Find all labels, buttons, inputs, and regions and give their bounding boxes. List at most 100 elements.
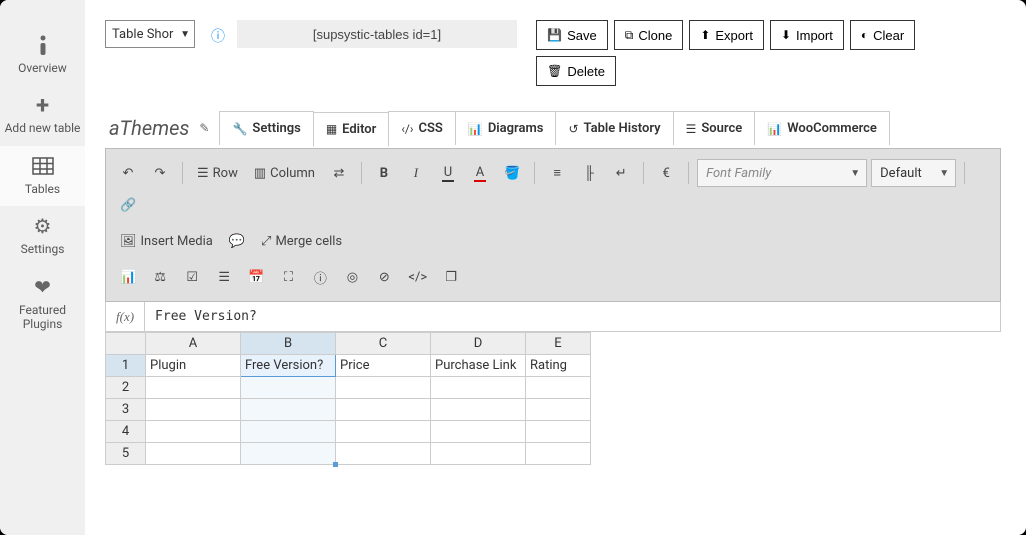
list-icon: ☰: [197, 166, 209, 181]
tab-woocommerce[interactable]: 📊WooCommerce: [754, 111, 890, 145]
cell-e4[interactable]: [526, 421, 591, 443]
clone-button[interactable]: ⧉Clone: [614, 20, 684, 50]
sidebar-item-add-new-table[interactable]: + Add new table: [0, 85, 85, 145]
cell-c3[interactable]: [336, 399, 431, 421]
cell-b2[interactable]: [241, 377, 336, 399]
col-header-a[interactable]: A: [146, 333, 241, 355]
delete-button[interactable]: 🗑Delete: [536, 56, 616, 86]
swap-icon[interactable]: ⇄: [325, 159, 353, 187]
cell-e2[interactable]: [526, 377, 591, 399]
info-box-icon[interactable]: ⓘ: [306, 263, 334, 291]
cell-a2[interactable]: [146, 377, 241, 399]
cell-a4[interactable]: [146, 421, 241, 443]
shortcode-input[interactable]: [237, 20, 517, 48]
column-button[interactable]: ▥Column: [248, 159, 321, 187]
balance-icon[interactable]: ⚖: [146, 263, 174, 291]
sidebar-item-settings[interactable]: ⚙ Settings: [0, 206, 85, 266]
cell-d4[interactable]: [431, 421, 526, 443]
col-header-b[interactable]: B: [241, 333, 336, 355]
italic-button[interactable]: I: [402, 159, 430, 187]
cell-c1[interactable]: Price: [336, 355, 431, 377]
window-icon[interactable]: ❐: [437, 263, 465, 291]
cell-c2[interactable]: [336, 377, 431, 399]
tab-css[interactable]: ‹/›CSS: [388, 111, 456, 145]
info-icon: [35, 33, 51, 57]
info-icon[interactable]: ⓘ: [211, 26, 225, 46]
cell-a1[interactable]: Plugin: [146, 355, 241, 377]
corner-cell[interactable]: [106, 333, 146, 355]
import-button[interactable]: ⬇Import: [770, 20, 844, 50]
col-header-e[interactable]: E: [526, 333, 591, 355]
sidebar-item-overview[interactable]: Overview: [0, 25, 85, 85]
insert-media-button[interactable]: 🖼Insert Media: [114, 227, 219, 255]
cell-e3[interactable]: [526, 399, 591, 421]
cell-d3[interactable]: [431, 399, 526, 421]
tab-table-history[interactable]: ↺Table History: [555, 111, 673, 145]
font-size-select[interactable]: Default▼: [871, 159, 956, 187]
gear-icon: ⚙: [34, 214, 52, 238]
cell-a3[interactable]: [146, 399, 241, 421]
merge-cells-button[interactable]: ⤢Merge cells: [255, 227, 348, 255]
tab-source[interactable]: ☰Source: [673, 111, 756, 145]
comment-button[interactable]: 💬: [223, 227, 251, 255]
row-header-5[interactable]: 5: [106, 443, 146, 465]
tab-editor[interactable]: ▦Editor: [313, 112, 390, 147]
list-box-icon[interactable]: ☰: [210, 263, 238, 291]
cell-b5[interactable]: [241, 443, 336, 465]
align-vertical-button[interactable]: ╟: [575, 159, 603, 187]
currency-button[interactable]: €: [652, 159, 680, 187]
sidebar-item-label: Settings: [21, 242, 65, 256]
expand-box-icon[interactable]: ⛶: [274, 263, 302, 291]
tabs: aThemes ✎ 🔧Settings ▦Editor ‹/›CSS 📊Diag…: [105, 108, 1001, 149]
export-button[interactable]: ⬆Export: [689, 20, 764, 50]
pencil-icon[interactable]: ✎: [199, 121, 209, 135]
calendar-icon[interactable]: 📅: [242, 263, 270, 291]
cell-a5[interactable]: [146, 443, 241, 465]
cell-e5[interactable]: [526, 443, 591, 465]
sidebar-item-tables[interactable]: Tables: [0, 146, 85, 206]
row-header-4[interactable]: 4: [106, 421, 146, 443]
tab-settings[interactable]: 🔧Settings: [219, 111, 313, 145]
row-header-3[interactable]: 3: [106, 399, 146, 421]
target-icon[interactable]: ◎: [338, 263, 366, 291]
cell-b3[interactable]: [241, 399, 336, 421]
cell-d1[interactable]: Purchase Link: [431, 355, 526, 377]
cell-c4[interactable]: [336, 421, 431, 443]
upload-icon: ⬆: [700, 28, 710, 42]
col-header-c[interactable]: C: [336, 333, 431, 355]
row-button[interactable]: ☰Row: [191, 159, 244, 187]
cell-d2[interactable]: [431, 377, 526, 399]
chevron-down-icon: ▼: [850, 168, 860, 179]
fill-color-button[interactable]: 🪣: [498, 159, 526, 187]
app-window: Overview + Add new table Tables ⚙ Settin…: [0, 0, 1026, 535]
shortcode-type-select[interactable]: Table Shor ▼: [105, 20, 195, 48]
table-title: aThemes: [105, 108, 193, 148]
cell-b1[interactable]: Free Version?: [241, 355, 336, 377]
sidebar-item-featured-plugins[interactable]: ❤ Featured Plugins: [0, 267, 85, 342]
cell-c5[interactable]: [336, 443, 431, 465]
clear-button[interactable]: ◐Clear: [850, 20, 915, 50]
col-header-d[interactable]: D: [431, 333, 526, 355]
cancel-box-icon[interactable]: ⊘: [370, 263, 398, 291]
code-box-icon[interactable]: </>: [402, 263, 433, 291]
chart-icon[interactable]: 📊: [114, 263, 142, 291]
tab-diagrams[interactable]: 📊Diagrams: [455, 111, 557, 145]
cell-b4[interactable]: [241, 421, 336, 443]
row-header-2[interactable]: 2: [106, 377, 146, 399]
font-family-select[interactable]: Font Family▼: [697, 159, 867, 187]
wrap-button[interactable]: ↵: [607, 159, 635, 187]
underline-button[interactable]: U: [434, 159, 462, 187]
formula-input[interactable]: [145, 309, 1000, 324]
save-button[interactable]: 💾Save: [536, 20, 608, 50]
link-button[interactable]: 🔗: [114, 191, 142, 219]
undo-button[interactable]: ↶: [114, 159, 142, 187]
cell-d5[interactable]: [431, 443, 526, 465]
row-header-1[interactable]: 1: [106, 355, 146, 377]
redo-button[interactable]: ↷: [146, 159, 174, 187]
main-content: Table Shor ▼ ⓘ 💾Save ⧉Clone ⬆Export ⬇Imp…: [85, 0, 1026, 535]
align-left-button[interactable]: ≡: [543, 159, 571, 187]
cell-e1[interactable]: Rating: [526, 355, 591, 377]
edit-box-icon[interactable]: ☑: [178, 263, 206, 291]
text-color-button[interactable]: A: [466, 159, 494, 187]
bold-button[interactable]: B: [370, 159, 398, 187]
